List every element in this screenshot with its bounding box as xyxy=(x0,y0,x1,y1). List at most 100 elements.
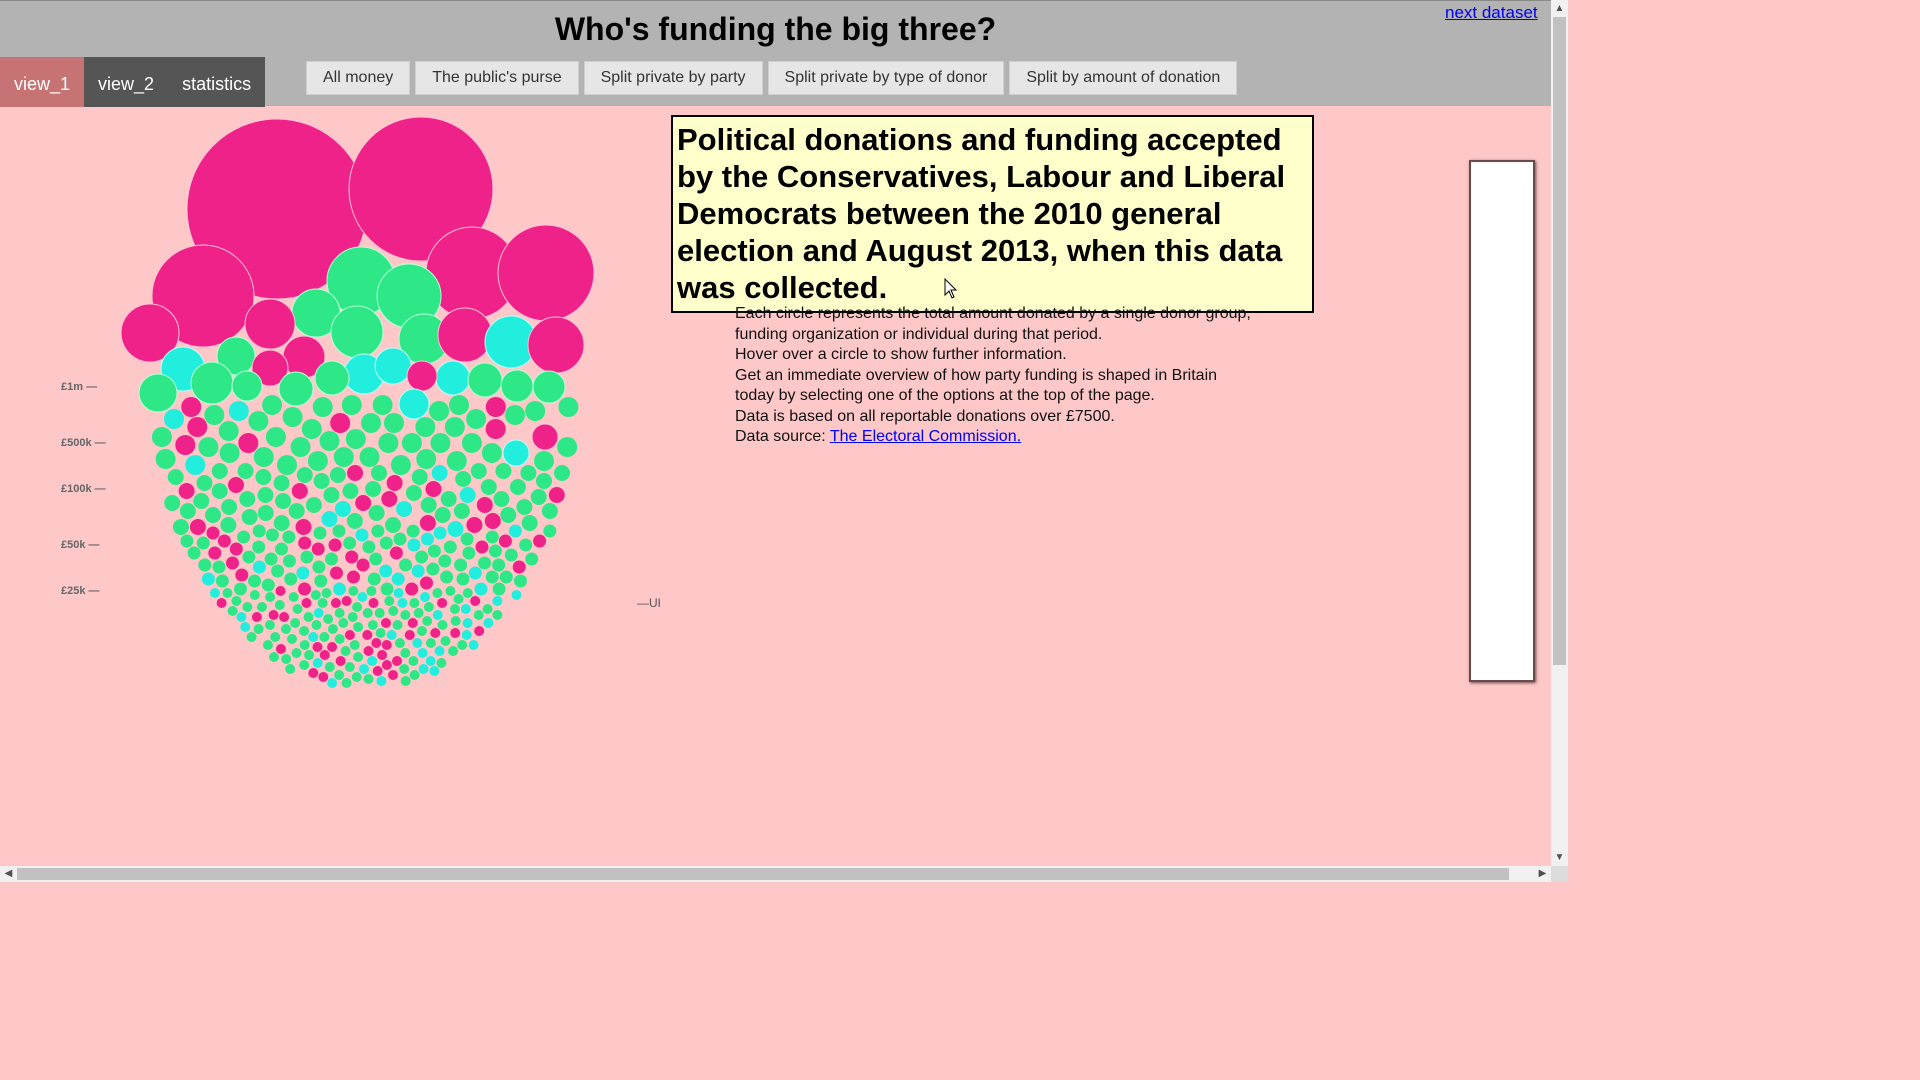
bubble[interactable] xyxy=(187,417,208,437)
bubble[interactable] xyxy=(284,572,298,586)
bubble[interactable] xyxy=(278,371,314,407)
bubble[interactable] xyxy=(323,614,334,624)
bubble[interactable] xyxy=(357,592,368,602)
bubble[interactable] xyxy=(536,473,552,489)
bubble[interactable] xyxy=(299,640,310,650)
bubble[interactable] xyxy=(405,485,422,501)
bubble[interactable] xyxy=(406,524,420,538)
bubble[interactable] xyxy=(344,662,355,672)
bubble[interactable] xyxy=(253,624,264,634)
bubble[interactable] xyxy=(508,524,522,538)
bubble[interactable] xyxy=(356,558,370,572)
bubble[interactable] xyxy=(292,604,303,614)
bubble[interactable] xyxy=(429,401,450,421)
bubble[interactable] xyxy=(488,544,502,558)
electoral-commission-link[interactable]: The Electoral Commission. xyxy=(830,428,1021,445)
bubble[interactable] xyxy=(408,656,419,666)
bubble[interactable] xyxy=(367,572,381,586)
bubble[interactable] xyxy=(388,670,398,680)
bubble[interactable] xyxy=(448,646,459,656)
bubble[interactable] xyxy=(288,592,299,602)
bubble[interactable] xyxy=(453,503,470,519)
bubble[interactable] xyxy=(512,560,526,574)
bubble[interactable] xyxy=(390,455,411,475)
bubble[interactable] xyxy=(492,558,506,572)
bubble[interactable] xyxy=(175,435,196,455)
bubble[interactable] xyxy=(498,534,512,548)
horizontal-scroll-thumb[interactable] xyxy=(17,868,1509,880)
bubble[interactable] xyxy=(321,511,338,527)
bubble[interactable] xyxy=(217,534,231,548)
bubble[interactable] xyxy=(481,443,502,463)
bubble[interactable] xyxy=(265,620,275,630)
bubble[interactable] xyxy=(411,469,428,485)
bubble[interactable] xyxy=(379,536,393,550)
bubble[interactable] xyxy=(541,503,558,519)
bubble[interactable] xyxy=(423,602,434,612)
bubble[interactable] xyxy=(327,624,338,634)
bubble[interactable] xyxy=(234,582,247,596)
bubble[interactable] xyxy=(151,427,172,447)
bubble[interactable] xyxy=(178,483,195,499)
bubble[interactable] xyxy=(405,582,419,596)
bubble[interactable] xyxy=(385,517,401,533)
bubble[interactable] xyxy=(425,656,436,666)
bubble[interactable] xyxy=(201,572,215,586)
bubble[interactable] xyxy=(181,397,202,417)
bubble[interactable] xyxy=(282,554,296,568)
bubble[interactable] xyxy=(431,465,448,481)
bubble[interactable] xyxy=(399,664,410,674)
bubble[interactable] xyxy=(281,624,291,634)
bubble[interactable] xyxy=(386,475,403,491)
bubble[interactable] xyxy=(500,369,534,403)
bubble[interactable] xyxy=(343,536,357,550)
bubble[interactable] xyxy=(381,660,392,670)
bubble[interactable] xyxy=(514,574,527,588)
bubble[interactable] xyxy=(435,360,471,396)
bubble[interactable] xyxy=(470,463,487,479)
bubble[interactable] xyxy=(543,524,557,538)
bubble[interactable] xyxy=(252,540,266,554)
bubble[interactable] xyxy=(415,550,429,564)
bubble[interactable] xyxy=(447,521,464,537)
bubble[interactable] xyxy=(329,467,346,483)
bubble[interactable] xyxy=(419,515,436,531)
bubble[interactable] xyxy=(204,405,225,425)
bubble[interactable] xyxy=(269,652,279,662)
bubble[interactable] xyxy=(216,598,227,608)
bubble[interactable] xyxy=(499,570,513,584)
bubble[interactable] xyxy=(520,465,537,481)
bubble[interactable] xyxy=(453,594,464,604)
bubble[interactable] xyxy=(222,588,233,598)
bubble[interactable] xyxy=(381,618,391,628)
bubble[interactable] xyxy=(324,662,335,672)
bubble[interactable] xyxy=(290,618,301,628)
bubble[interactable] xyxy=(347,612,358,622)
bubble[interactable] xyxy=(430,628,441,638)
bubble[interactable] xyxy=(167,469,184,485)
bubble[interactable] xyxy=(386,630,397,640)
bubble[interactable] xyxy=(298,536,312,550)
bubble[interactable] xyxy=(219,443,240,463)
bubble[interactable] xyxy=(380,582,394,596)
bubble[interactable] xyxy=(253,447,274,467)
bubble[interactable] xyxy=(426,562,440,576)
bubble[interactable] xyxy=(519,538,533,552)
bubble[interactable] xyxy=(347,465,364,481)
bubble[interactable] xyxy=(459,487,476,503)
bubble[interactable] xyxy=(530,489,547,505)
bubble[interactable] xyxy=(341,395,362,415)
bubble[interactable] xyxy=(282,530,296,544)
bubble[interactable] xyxy=(381,640,392,650)
bubble[interactable] xyxy=(291,483,308,499)
bubble[interactable] xyxy=(319,650,330,660)
bubble[interactable] xyxy=(475,540,489,554)
bubble[interactable] xyxy=(511,590,522,600)
bubble[interactable] xyxy=(495,463,512,479)
bubble[interactable] xyxy=(413,608,424,618)
bubble[interactable] xyxy=(404,630,415,640)
bubble[interactable] xyxy=(527,316,585,374)
bubble[interactable] xyxy=(198,437,219,457)
bubble[interactable] xyxy=(394,638,405,648)
bubble[interactable] xyxy=(420,576,433,590)
